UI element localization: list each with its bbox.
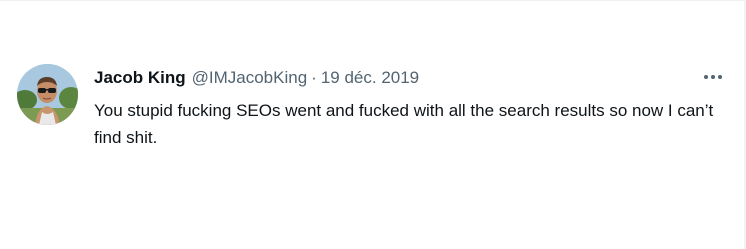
tweet[interactable]: Jacob King @IMJacobKing · 19 déc. 2019 Y…	[0, 0, 746, 249]
more-horizontal-icon-dot	[718, 75, 722, 79]
tweet-header: Jacob King @IMJacobKing · 19 déc. 2019	[94, 67, 419, 89]
author-name[interactable]: Jacob King	[94, 67, 186, 89]
more-options-button[interactable]	[700, 68, 726, 86]
avatar[interactable]	[17, 64, 78, 125]
more-horizontal-icon-dot	[711, 75, 715, 79]
tweet-date[interactable]: 19 déc. 2019	[321, 67, 419, 89]
more-horizontal-icon	[704, 75, 708, 79]
separator: ·	[311, 68, 317, 87]
tweet-text: You stupid fucking SEOs went and fucked …	[94, 101, 714, 147]
author-handle[interactable]: @IMJacobKing	[192, 67, 308, 89]
